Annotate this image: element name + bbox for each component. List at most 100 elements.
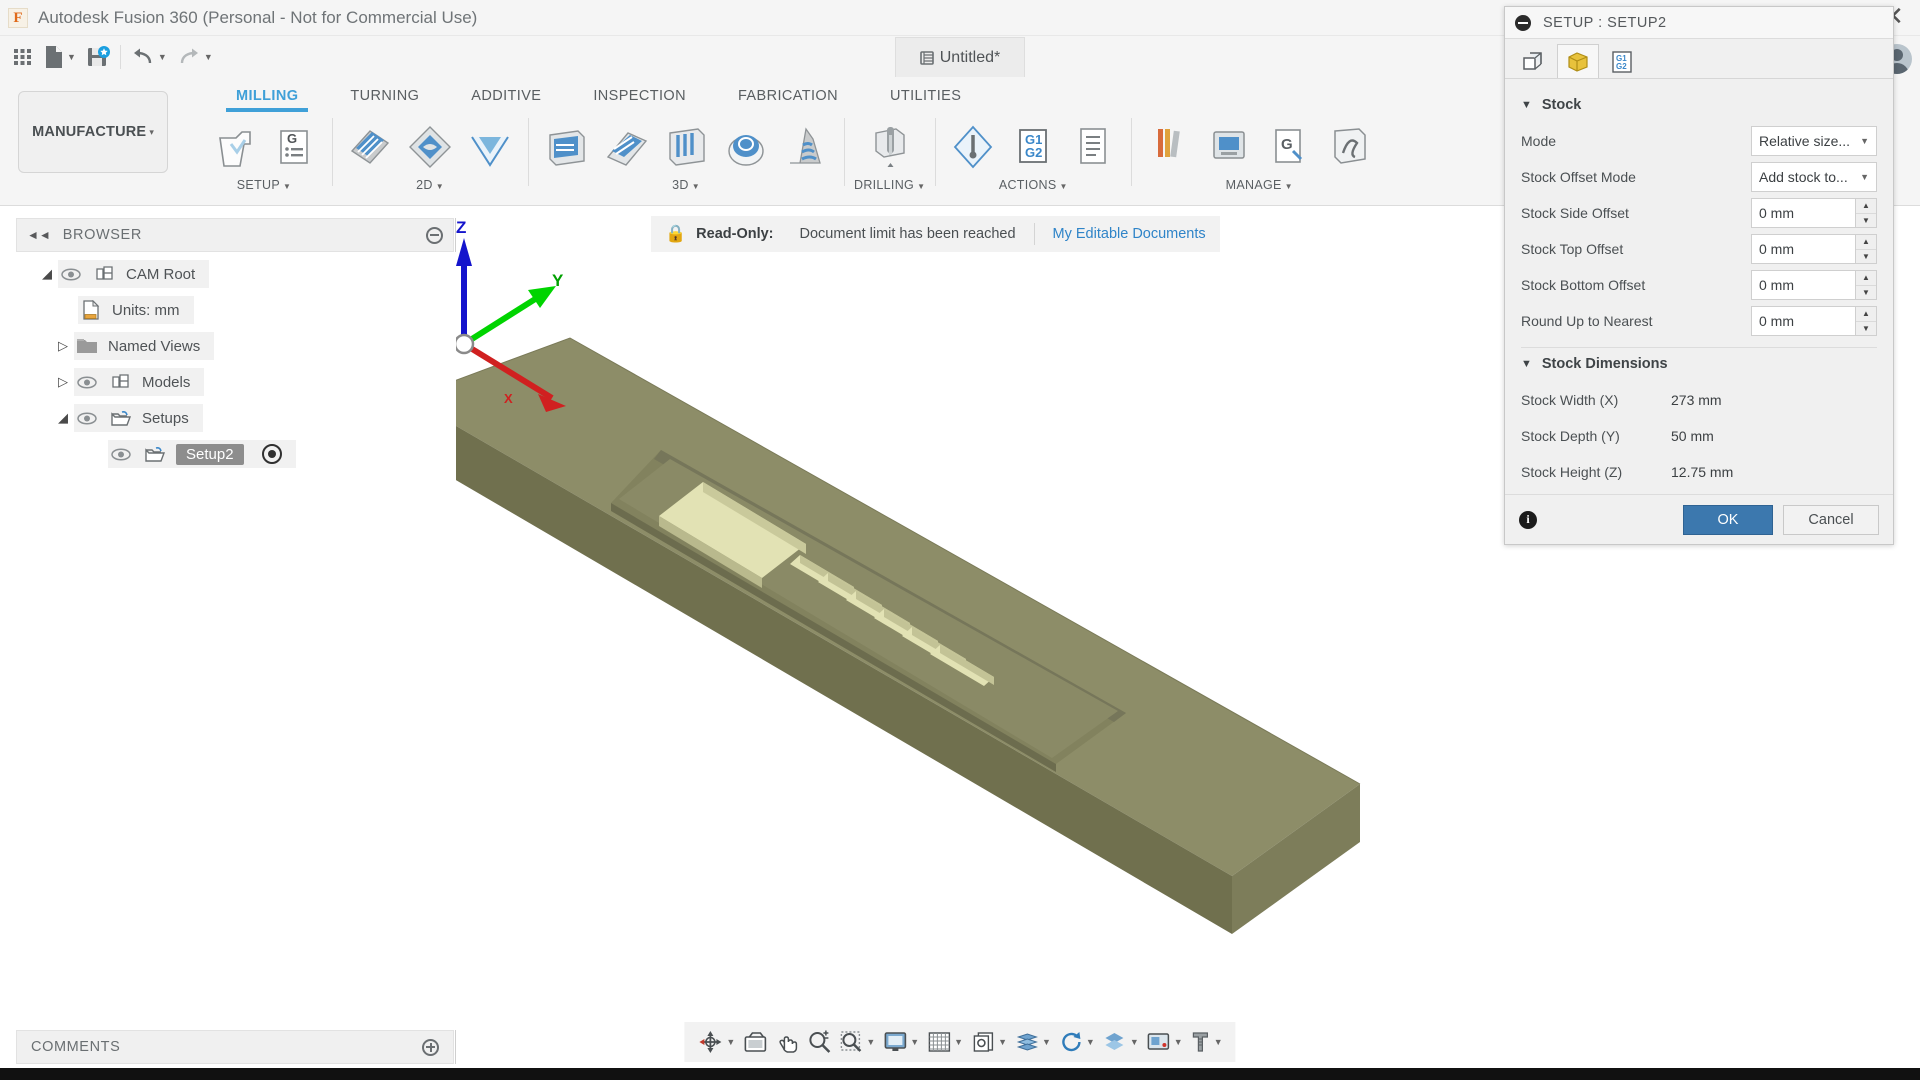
pocket-button[interactable] [462,118,518,176]
stock-side-offset-increment[interactable]: ▲ [1856,199,1876,214]
ok-button[interactable]: OK [1683,505,1773,535]
visibility-eye-icon[interactable] [108,443,134,465]
stock-bottom-offset-input[interactable]: 0 mm [1751,270,1855,300]
adaptive-clearing-3d-button[interactable] [538,118,594,176]
ribbon-tab-fabrication[interactable]: FABRICATION [712,84,864,110]
collapse-left-icon[interactable]: ◄◄ [27,228,51,242]
minimize-icon[interactable] [1515,15,1531,31]
ribbon-group-label-manage[interactable]: MANAGE▼ [1226,178,1293,192]
cancel-button[interactable]: Cancel [1783,505,1879,535]
stock-top-offset-increment[interactable]: ▲ [1856,235,1876,250]
redo-button[interactable]: ▼ [173,40,217,74]
fusion-logo-icon: F [8,8,28,28]
round-up-to-nearest-increment[interactable]: ▲ [1856,307,1876,322]
zoom-button[interactable] [804,1025,834,1059]
contour-button[interactable] [718,118,774,176]
expand-triangle-icon[interactable]: ▷ [52,374,74,390]
app-grid-button[interactable] [8,40,38,74]
adaptive-clearing-2d-button[interactable] [402,118,458,176]
tree-row-cam-root[interactable]: ◢ CAM Root [16,256,456,292]
pocket-clearing-button[interactable] [598,118,654,176]
generate-nc-program-button[interactable]: G [266,118,322,176]
simulate-button[interactable] [1321,118,1377,176]
display-settings-button[interactable]: ▼ [880,1025,922,1059]
toolbar-divider [120,45,121,69]
stock-top-offset-decrement[interactable]: ▼ [1856,250,1876,264]
refresh-button[interactable]: ▼ [1056,1025,1098,1059]
browser-resize-handle[interactable] [455,218,459,252]
expand-triangle-icon[interactable]: ◢ [36,266,58,282]
ribbon-group-drilling: DRILLING▼ [844,114,935,204]
tree-row-models[interactable]: ▷ Models [16,364,456,400]
ribbon-tab-additive[interactable]: ADDITIVE [445,84,567,110]
machine-library-button[interactable] [1201,118,1257,176]
stock-side-offset-decrement[interactable]: ▼ [1856,214,1876,228]
post-process-tab[interactable]: G1 G2 [1601,44,1643,78]
zoom-window-button[interactable]: ▼ [836,1025,878,1059]
probe-button[interactable] [945,118,1001,176]
ribbon-tab-milling[interactable]: MILLING [210,84,324,110]
setup-sheet-button[interactable] [1065,118,1121,176]
setup-active-radio[interactable] [262,444,282,464]
workspace-switcher[interactable]: MANUFACTURE ▾ [18,91,168,173]
orbit-button[interactable]: ▼ [694,1025,738,1059]
ribbon-tab-utilities[interactable]: UTILITIES [864,84,987,110]
stock-tab[interactable] [1557,44,1599,78]
stock-visibility-button[interactable]: ▼ [1100,1025,1142,1059]
post-process-button[interactable]: G [1261,118,1317,176]
visibility-eye-icon[interactable] [74,371,100,393]
ribbon-group-label-3d[interactable]: 3D▼ [672,178,700,192]
object-visibility-button[interactable]: ▼ [1012,1025,1054,1059]
ribbon-group-label-setup[interactable]: SETUP▼ [237,178,291,192]
parallel-button[interactable] [658,118,714,176]
scallop-button[interactable] [778,118,834,176]
round-up-to-nearest-decrement[interactable]: ▼ [1856,322,1876,336]
info-icon[interactable]: i [1519,511,1537,529]
simulation-display-button[interactable]: ▼ [1144,1025,1186,1059]
ribbon-tab-inspection[interactable]: INSPECTION [567,84,712,110]
setup-tab[interactable] [1513,44,1555,78]
browser-collapse-button[interactable] [426,227,443,244]
save-button[interactable] [82,40,114,74]
expand-triangle-icon[interactable]: ◢ [52,410,74,426]
grid-snap-button[interactable]: ▼ [924,1025,966,1059]
stock-bottom-offset-increment[interactable]: ▲ [1856,271,1876,286]
viewports-button[interactable]: ▼ [968,1025,1010,1059]
tree-row-setup2[interactable]: Setup2 [16,436,456,472]
stock-dimensions-section-header[interactable]: ▼ Stock Dimensions [1521,356,1877,372]
chevron-down-icon: ▼ [1860,172,1869,182]
triangle-down-icon: ▼ [1521,99,1532,111]
tree-row-units[interactable]: Units: mm [16,292,456,328]
origin-triad[interactable] [456,216,620,416]
tool-display-button[interactable]: ▼ [1188,1025,1226,1059]
visibility-eye-icon[interactable] [74,407,100,429]
mode-select[interactable]: Relative size... ▼ [1751,126,1877,156]
ribbon-group-label-2d[interactable]: 2D▼ [416,178,444,192]
ribbon-group-label-drilling[interactable]: DRILLING▼ [854,178,925,192]
stock-bottom-offset-decrement[interactable]: ▼ [1856,286,1876,300]
stock-offset-mode-select[interactable]: Add stock to... ▼ [1751,162,1877,192]
face-button[interactable] [342,118,398,176]
stock-side-offset-input[interactable]: 0 mm [1751,198,1855,228]
stock-top-offset-input[interactable]: 0 mm [1751,234,1855,264]
g-code-button[interactable]: G1 G2 [1005,118,1061,176]
expand-triangle-icon[interactable]: ▷ [52,338,74,354]
my-editable-documents-link[interactable]: My Editable Documents [1053,226,1206,242]
add-comment-icon[interactable] [422,1039,439,1056]
undo-button[interactable]: ▼ [127,40,171,74]
ribbon-group-label-actions[interactable]: ACTIONS▼ [999,178,1068,192]
pan-button[interactable] [772,1025,802,1059]
visibility-eye-icon[interactable] [58,263,84,285]
setup-button[interactable] [206,118,262,176]
tree-row-named-views[interactable]: ▷ Named Views [16,328,456,364]
stock-section-header[interactable]: ▼ Stock [1521,97,1877,113]
look-at-button[interactable] [740,1025,770,1059]
ribbon-tab-turning[interactable]: TURNING [324,84,445,110]
document-tab[interactable]: Untitled* [895,37,1025,77]
comments-resize-handle[interactable] [455,1030,459,1064]
tool-library-button[interactable] [1141,118,1197,176]
round-up-to-nearest-input[interactable]: 0 mm [1751,306,1855,336]
tree-row-setups[interactable]: ◢ Setups [16,400,456,436]
drill-button[interactable] [862,118,918,176]
new-document-button[interactable]: ▼ [40,40,80,74]
